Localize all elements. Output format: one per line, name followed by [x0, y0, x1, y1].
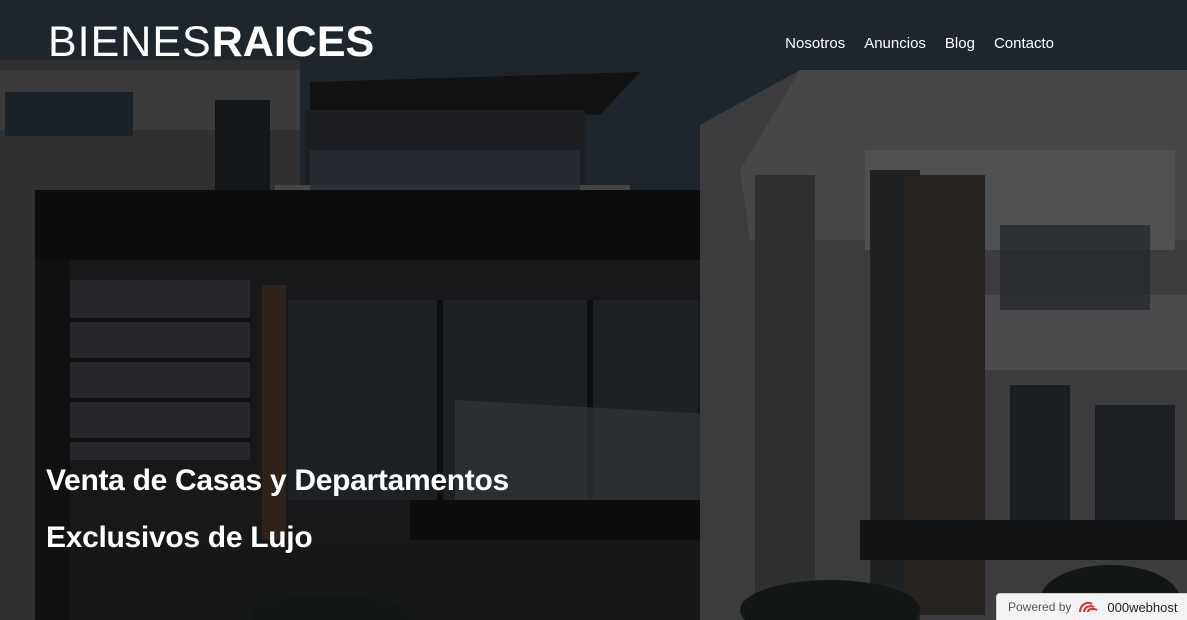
hero-line-2: Exclusivos de Lujo	[46, 521, 313, 554]
logo-text-bold: RAICES	[211, 18, 375, 66]
hero-headline: Venta de Casas y Departamentos Exclusivo…	[46, 452, 509, 566]
nav-link-nosotros[interactable]: Nosotros	[785, 34, 845, 54]
logo-text-light: BIENES	[48, 18, 212, 66]
nav-link-anuncios[interactable]: Anuncios	[864, 34, 926, 54]
powered-by-label: Powered by	[1008, 600, 1072, 614]
nav-link-blog[interactable]: Blog	[945, 34, 975, 54]
site-header: BIENESRAICES Nosotros Anuncios Blog Cont…	[0, 0, 1187, 90]
hero-line-1: Venta de Casas y Departamentos	[46, 464, 509, 497]
site-logo[interactable]: BIENESRAICES	[48, 18, 374, 66]
000webhost-logo-icon	[1078, 600, 1100, 614]
main-nav: Nosotros Anuncios Blog Contacto	[785, 34, 1054, 54]
nav-link-contacto[interactable]: Contacto	[994, 34, 1054, 54]
000webhost-brand: 000webhost	[1107, 599, 1178, 615]
powered-by-badge[interactable]: Powered by 000webhost	[996, 593, 1187, 620]
